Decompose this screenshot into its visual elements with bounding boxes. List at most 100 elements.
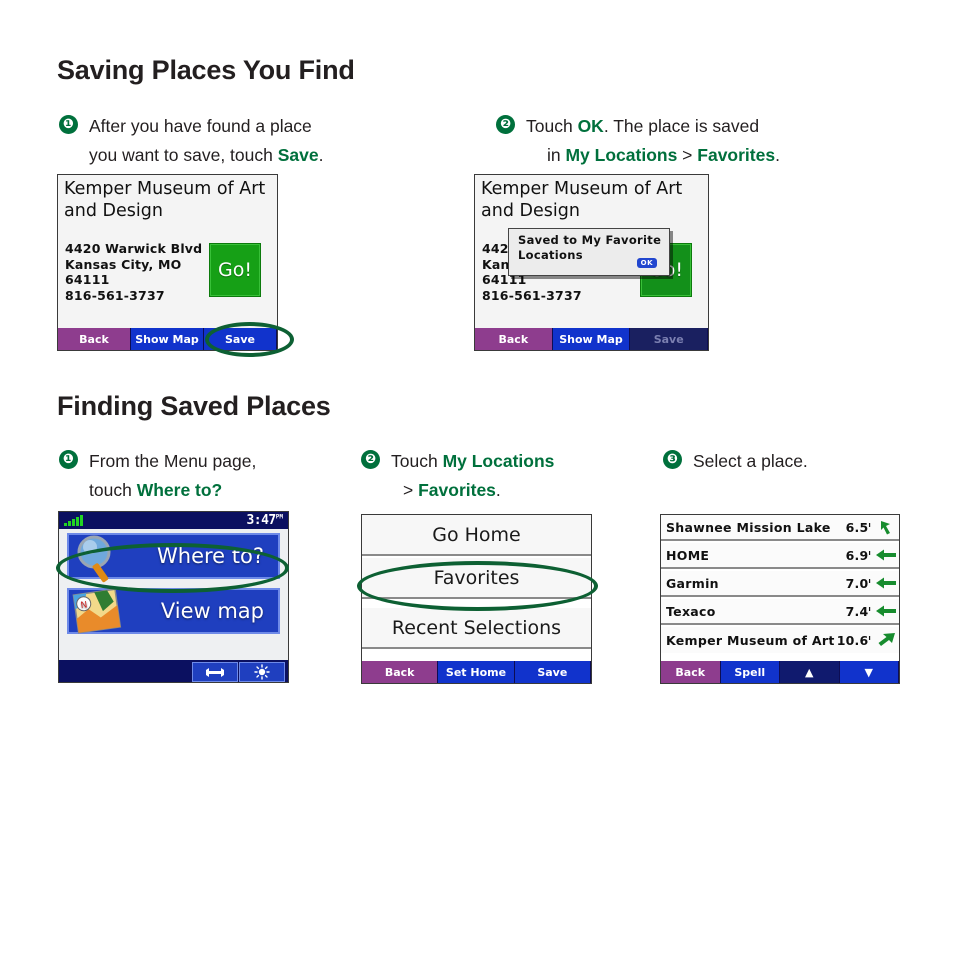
wrench-icon (206, 667, 224, 677)
list-item-recent-selections[interactable]: Recent Selections (362, 608, 591, 649)
list-item-favorites[interactable]: Favorites (362, 558, 591, 599)
spell-button[interactable]: Spell (720, 661, 780, 683)
show-map-button[interactable]: Show Map (131, 328, 204, 350)
set-home-button[interactable]: Set Home (438, 661, 515, 683)
poi-screen: Kemper Museum of Art and Design 4420 War… (58, 175, 277, 350)
poi-address: 4420 Warwick Blvd Kansas City, MO 64111 … (65, 241, 202, 303)
favorite-distance: 10.6ı (836, 632, 871, 648)
list-item-go-home[interactable]: Go Home (362, 515, 591, 556)
softkey-bar: Back Set Home Save (362, 661, 591, 683)
show-map-button[interactable]: Show Map (552, 328, 631, 350)
favorite-distance: 7.4ı (845, 603, 871, 619)
back-button[interactable]: Back (475, 328, 553, 350)
emphasis-my-locations: My Locations (565, 145, 678, 165)
map-icon: N (72, 588, 122, 634)
step-number-badge: ❷ (496, 115, 515, 134)
manual-page: Saving Places You Find ❶ After you have … (0, 0, 954, 954)
step-text: From the Menu page, touch Where to? (89, 447, 256, 505)
view-map-button[interactable]: N View map (67, 588, 280, 634)
emphasis-my-locations: My Locations (442, 451, 555, 471)
step-1-finding: ❶ From the Menu page, touch Where to? (59, 447, 349, 505)
step-line-2-pre: touch (89, 480, 137, 500)
address-line-4: 816-561-3737 (65, 287, 165, 303)
favorite-name: Kemper Museum of Art (666, 632, 835, 648)
save-button: Save (630, 328, 708, 350)
scroll-up-button[interactable]: ▲ (780, 661, 840, 683)
where-to-button[interactable]: Where to? (67, 533, 280, 583)
favorite-distance: 7.0ı (845, 575, 871, 591)
device-screenshot-poi-info: Kemper Museum of Art and Design 4420 War… (57, 174, 278, 351)
ok-button[interactable]: OK (636, 258, 657, 268)
step-line-1-pre: Touch (526, 116, 578, 136)
back-button[interactable]: Back (58, 328, 131, 350)
brightness-icon (254, 664, 270, 680)
favorite-name: Texaco (666, 603, 716, 619)
direction-arrow-up-left-icon (873, 518, 899, 536)
device-screenshot-menu-page: 3:47PM Where to? N View map (58, 511, 289, 683)
step-line-2-pre: in (547, 145, 566, 165)
favorite-name: HOME (666, 547, 710, 563)
step-line-2-post: . (318, 145, 324, 165)
step-line-1: Select a place. (693, 451, 808, 471)
back-button[interactable]: Back (362, 661, 439, 683)
view-map-label: View map (160, 599, 264, 623)
favorite-distance: 6.9ı (845, 547, 871, 563)
page-title-saving-places: Saving Places You Find (57, 55, 355, 85)
step-number-badge: ❶ (59, 115, 78, 134)
direction-arrow-left-icon (873, 604, 899, 618)
step-text: Select a place. (693, 447, 808, 476)
table-row[interactable]: Kemper Museum of Art 10.6ı (661, 627, 899, 653)
dialog-message-line-2: Locations (518, 247, 583, 262)
page-title-finding-saved-places: Finding Saved Places (57, 391, 331, 421)
softkey-bar: Back Spell ▲ ▼ (661, 661, 899, 683)
settings-button[interactable] (192, 662, 238, 682)
back-button[interactable]: Back (661, 661, 721, 683)
table-row[interactable]: HOME 6.9ı (661, 543, 899, 569)
emphasis-save: Save (277, 145, 319, 165)
step-number-badge: ❸ (663, 450, 682, 469)
step-line-2-pre: you want to save, touch (89, 145, 278, 165)
address-line-1: 4420 Warwick Blvd (65, 241, 203, 256)
device-screenshot-favorites-list: Shawnee Mission Lake 6.5ı HOME 6.9ı Garm… (660, 514, 900, 684)
direction-arrow-left-icon (873, 576, 899, 590)
emphasis-favorites: Favorites (418, 480, 496, 500)
step-line-1-post: . The place is saved (603, 116, 760, 136)
step-text: Touch My Locations > Favorites. (391, 447, 554, 505)
device-screenshot-my-locations: Go Home Favorites Recent Selections Back… (361, 514, 592, 684)
step-2-finding: ❷ Touch My Locations > Favorites. (361, 447, 641, 505)
address-line-3: 64111 (65, 272, 110, 287)
softkey-bar: Back Show Map Save (58, 328, 277, 350)
satellite-signal-icon (64, 515, 83, 526)
favorite-name: Garmin (666, 575, 719, 591)
address-line-2: Kansas City, MO (65, 256, 182, 272)
scroll-down-button[interactable]: ▼ (839, 661, 899, 683)
saved-confirmation-dialog: Saved to My Favorite Locations OK (508, 228, 670, 276)
step-number-badge: ❶ (59, 450, 78, 469)
brightness-button[interactable] (239, 662, 285, 682)
step-2-saving: ❷ Touch OK. The place is saved in My Loc… (496, 112, 916, 170)
poi-screen: Kemper Museum of Art and Design 4420 Kan… (475, 175, 708, 350)
softkey-bar: Back Show Map Save (475, 328, 708, 350)
step-line-2-mid: > (677, 145, 698, 165)
direction-arrow-left-icon (873, 548, 899, 562)
emphasis-where-to: Where to? (136, 480, 223, 500)
go-button[interactable]: Go! (209, 243, 261, 297)
step-3-finding: ❸ Select a place. (663, 447, 913, 476)
emphasis-favorites: Favorites (697, 145, 776, 165)
direction-arrow-up-right-icon (873, 632, 899, 648)
save-button[interactable]: Save (514, 661, 591, 683)
clock-meridiem: PM (275, 513, 283, 521)
where-to-label: Where to? (157, 544, 264, 568)
save-button[interactable]: Save (204, 328, 277, 350)
table-row[interactable]: Texaco 7.4ı (661, 599, 899, 625)
poi-title: Kemper Museum of Art and Design (481, 179, 683, 221)
menu-toolbar (59, 660, 288, 682)
clock: 3:47PM (246, 513, 283, 528)
table-row[interactable]: Shawnee Mission Lake 6.5ı (661, 515, 899, 541)
table-row[interactable]: Garmin 7.0ı (661, 571, 899, 597)
step-line-2-post: . (495, 480, 501, 500)
magnifier-icon (77, 535, 111, 583)
step-text: After you have found a place you want to… (89, 112, 323, 170)
favorite-name: Shawnee Mission Lake (666, 519, 831, 535)
dialog-message-line-1: Saved to My Favorite (518, 233, 662, 247)
